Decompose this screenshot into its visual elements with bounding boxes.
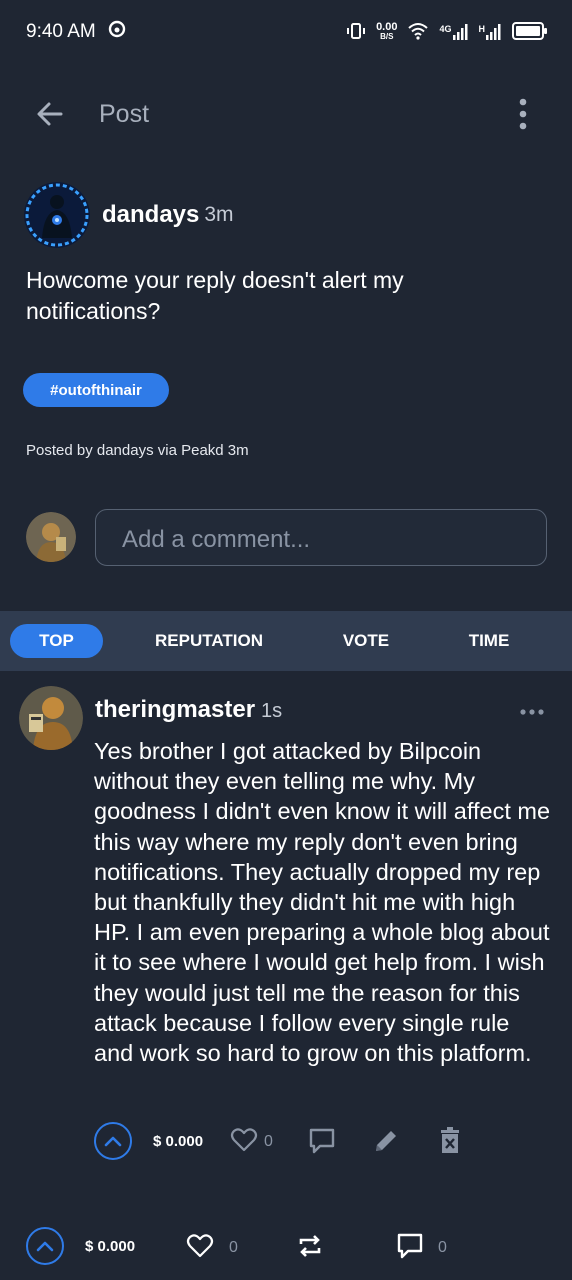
post-like-count: 0: [229, 1239, 238, 1256]
tab-top[interactable]: TOP: [10, 624, 103, 658]
reply-edit-button[interactable]: [372, 1127, 402, 1157]
app-notification-icon: [108, 20, 126, 44]
comment-icon: [309, 1128, 335, 1154]
heart-icon: [186, 1234, 214, 1258]
arrow-left-icon: [37, 102, 63, 126]
post-actions-bar: $ 0.000 0 0: [0, 1218, 572, 1274]
sort-tabs: TOP REPUTATION VOTE TIME: [0, 611, 572, 671]
post-payout[interactable]: $ 0.000: [85, 1238, 135, 1255]
chevron-up-icon: [36, 1241, 54, 1252]
reply-payout[interactable]: $ 0.000: [153, 1133, 203, 1150]
signal-4g-icon: 4G: [439, 24, 468, 40]
reply-author-avatar[interactable]: [19, 686, 83, 750]
reply-upvote-button[interactable]: [94, 1122, 132, 1160]
posted-by-text: Posted by dandays via Peakd 3m: [26, 442, 249, 459]
more-options-button[interactable]: [508, 96, 538, 132]
chevron-up-icon: [104, 1136, 122, 1147]
post-comment-count: 0: [438, 1239, 447, 1256]
heart-icon: [230, 1128, 258, 1152]
vibrate-icon: [346, 22, 366, 43]
back-button[interactable]: [34, 98, 66, 130]
post-author-name[interactable]: dandays: [102, 201, 199, 229]
post-like-button[interactable]: [186, 1232, 216, 1262]
reply-author-name[interactable]: theringmaster: [95, 696, 255, 724]
post-comment-button[interactable]: [396, 1232, 426, 1262]
comment-input[interactable]: Add a comment...: [95, 509, 547, 566]
post-upvote-button[interactable]: [26, 1227, 64, 1265]
reply-header: theringmaster 1s: [95, 696, 282, 724]
reply-like-count: 0: [264, 1133, 273, 1150]
app-bar: Post: [0, 84, 572, 144]
reply-time: 1s: [261, 700, 283, 722]
tab-time[interactable]: TIME: [452, 624, 526, 658]
post-header: dandays 3m: [24, 182, 234, 248]
more-horizontal-icon: [520, 709, 544, 715]
reply-comment-button[interactable]: [308, 1127, 338, 1157]
status-bar: 9:40 AM 0.00 B/S 4G H: [0, 0, 572, 64]
post-tag[interactable]: #outofthinair: [23, 373, 169, 407]
reply-more-button[interactable]: [519, 704, 545, 715]
battery-icon: [512, 21, 548, 43]
post-body: Howcome your reply doesn't alert my noti…: [26, 267, 404, 324]
reply-actions: $ 0.000 0: [0, 1120, 572, 1164]
net-speed: 0.00 B/S: [376, 21, 398, 42]
wifi-icon: [407, 22, 429, 43]
reply-delete-button[interactable]: [437, 1127, 467, 1157]
page-title: Post: [99, 100, 150, 128]
post-author-avatar[interactable]: [24, 182, 90, 248]
post-reblog-button[interactable]: [296, 1232, 326, 1262]
more-vertical-icon: [519, 98, 527, 130]
status-time: 9:40 AM: [26, 21, 96, 42]
reply-like-button[interactable]: [230, 1126, 260, 1156]
repost-icon: [299, 1235, 321, 1257]
tab-vote[interactable]: VOTE: [326, 624, 406, 658]
current-user-avatar: [26, 512, 76, 562]
tab-reputation[interactable]: REPUTATION: [140, 624, 278, 658]
reply-body: Yes brother I got attacked by Bilpcoin w…: [94, 738, 551, 1067]
post-time: 3m: [204, 203, 234, 226]
signal-h-icon: H: [479, 24, 503, 40]
trash-icon: [441, 1127, 459, 1153]
comment-icon: [397, 1233, 423, 1259]
pencil-icon: [376, 1131, 396, 1151]
